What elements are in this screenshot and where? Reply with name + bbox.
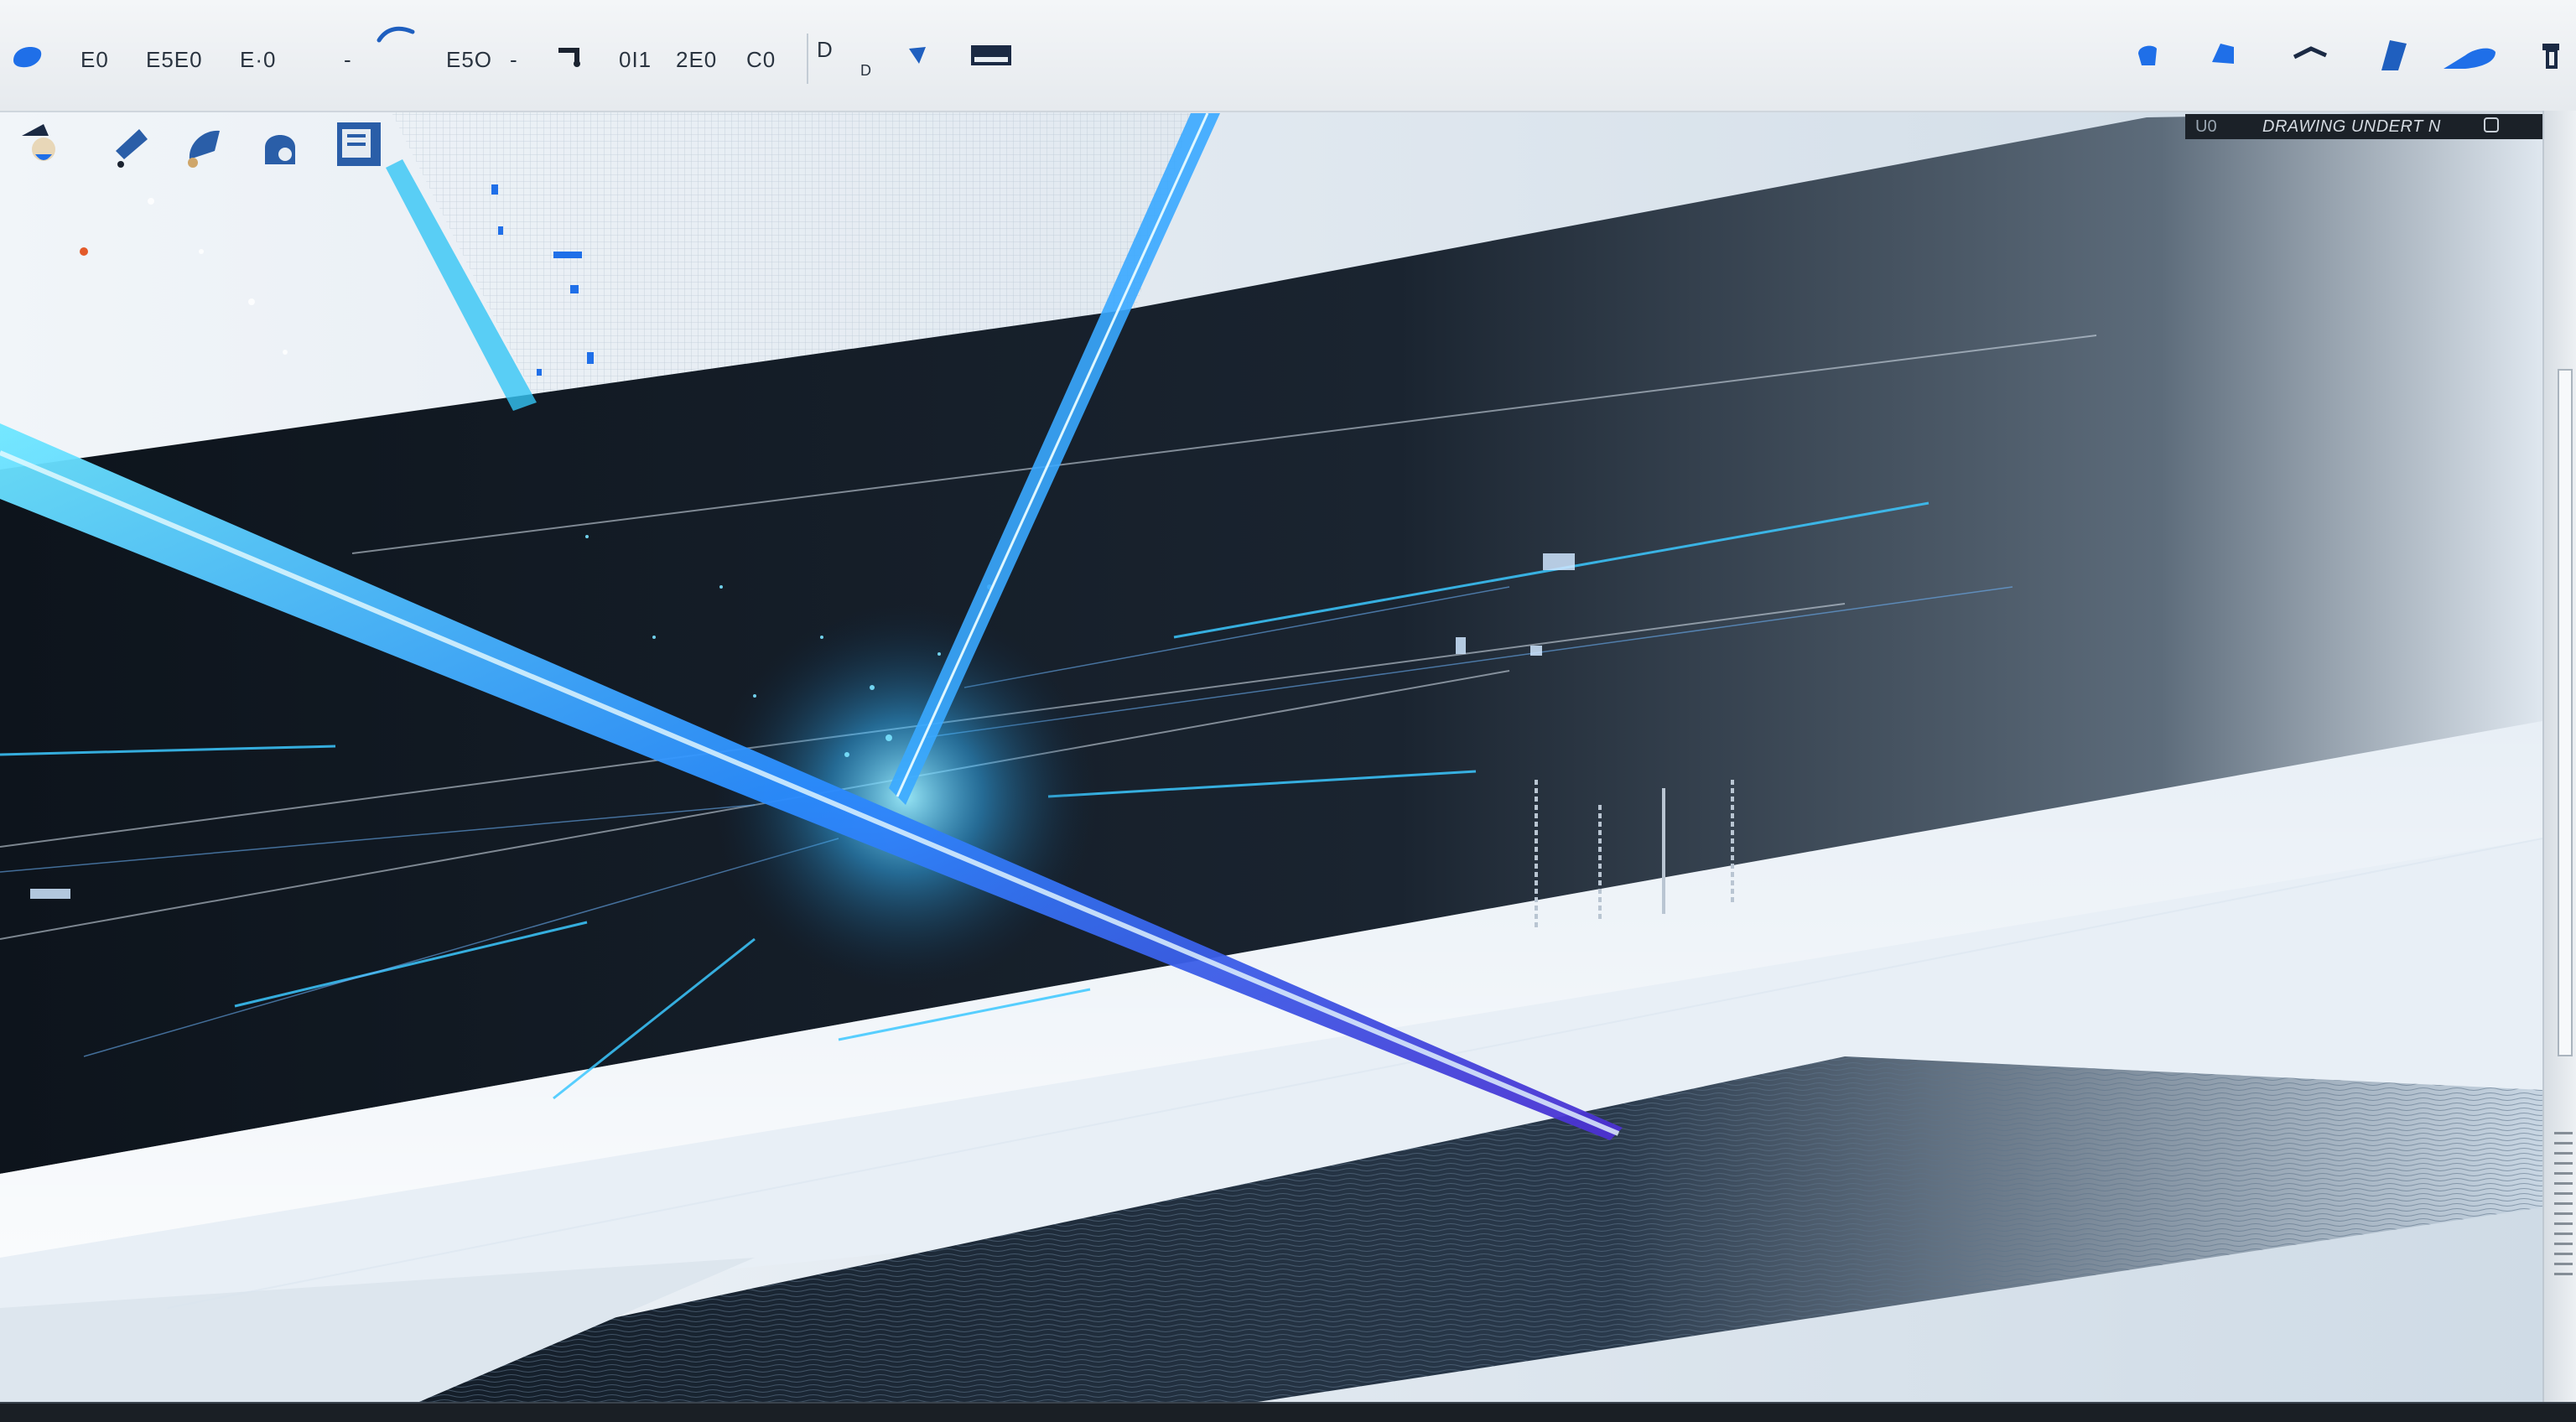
drawing-canvas[interactable]: [0, 111, 2542, 1402]
blade-icon[interactable]: [2373, 37, 2410, 74]
hook-icon[interactable]: [552, 37, 589, 74]
toolbar-label-d[interactable]: D: [817, 37, 834, 63]
toolbar-dash-2: -: [510, 47, 518, 72]
toolbar-item-5[interactable]: 0I1: [619, 47, 652, 73]
toolbar-item-1[interactable]: E0: [80, 47, 109, 73]
panel-header-prefix: U0: [2195, 117, 2217, 136]
toolbar-item-3[interactable]: E·0: [240, 47, 276, 73]
toolbar-item-7[interactable]: C0: [746, 47, 776, 73]
arrow-icon[interactable]: [901, 37, 937, 74]
top-toolbar: E0 E5E0 E·0 - E5O - 0I1 2E0 C0 D D: [0, 0, 2576, 112]
blob-icon[interactable]: [8, 37, 45, 74]
pin-icon[interactable]: [2534, 37, 2571, 74]
toolbar-item-6[interactable]: 2E0: [676, 47, 717, 73]
stamp-icon[interactable]: [253, 117, 307, 171]
toolbar-item-4[interactable]: E5O: [446, 47, 492, 73]
toolbar-label-d-small: D: [860, 62, 872, 79]
scrollbar-thumb[interactable]: [2558, 369, 2573, 1056]
brush-icon[interactable]: [176, 117, 230, 171]
shield-icon[interactable]: [2205, 37, 2242, 74]
pen-icon[interactable]: [106, 117, 159, 171]
toolbar-item-2[interactable]: E5E0: [146, 47, 203, 73]
tip-icon[interactable]: [2440, 37, 2501, 74]
frame-icon[interactable]: [332, 117, 386, 171]
toolbar-separator: [807, 34, 808, 84]
app-window: E0 E5E0 E·0 - E5O - 0I1 2E0 C0 D D U0 DR…: [0, 0, 2576, 1422]
curve-icon[interactable]: [374, 22, 415, 59]
panel-header: U0 DRAWING UNDERT N: [2185, 114, 2554, 139]
panel-collapse-icon[interactable]: [2484, 117, 2499, 132]
ruler-ticks: [2554, 1132, 2573, 1283]
drop-icon[interactable]: [2130, 37, 2167, 74]
artwork-illustration: [0, 111, 2542, 1402]
panel-header-title: DRAWING UNDERT N: [2262, 117, 2441, 136]
toolbar-dash-1: -: [344, 47, 352, 72]
swoosh-icon[interactable]: [2289, 37, 2328, 74]
status-bar: [0, 1402, 2576, 1422]
panel-toggle-icon[interactable]: [968, 37, 1015, 74]
wizard-icon[interactable]: [15, 117, 69, 171]
